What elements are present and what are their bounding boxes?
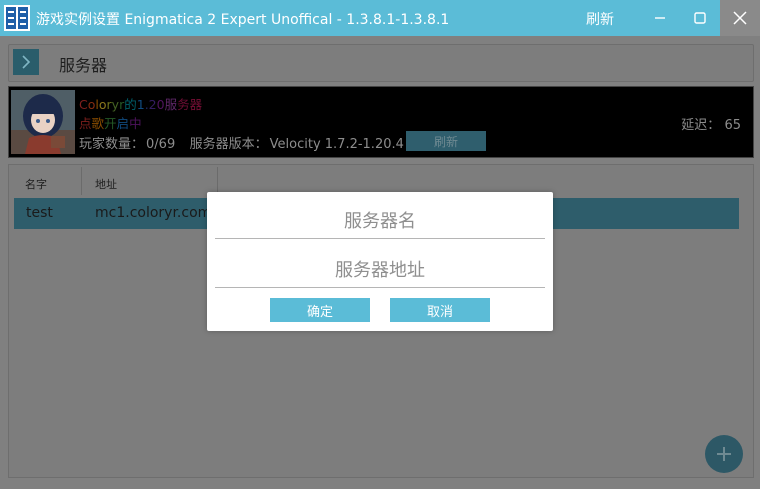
- motd-segment: r: [106, 97, 112, 112]
- motd-segment: 服: [164, 97, 178, 112]
- maximize-button[interactable]: [680, 0, 720, 36]
- titlebar-refresh-button[interactable]: 刷新: [586, 9, 614, 29]
- cancel-button[interactable]: 取消: [390, 298, 490, 322]
- motd-segment: 器: [189, 97, 203, 112]
- window-title: 游戏实例设置 Enigmatica 2 Expert Unoffical - 1…: [36, 12, 450, 28]
- confirm-button[interactable]: 确定: [270, 298, 370, 322]
- row-address-cell: mc1.coloryr.com: [95, 205, 212, 221]
- motd-segment: 歌: [91, 116, 105, 131]
- column-header-name[interactable]: 名字: [25, 176, 47, 192]
- server-address-input[interactable]: [215, 253, 545, 288]
- add-server-button[interactable]: [705, 435, 743, 473]
- server-avatar: [11, 90, 75, 154]
- motd-line-2: 点歌开启中: [79, 113, 142, 132]
- motd-segment: 0: [156, 97, 165, 112]
- close-icon: [733, 11, 747, 25]
- column-header-address[interactable]: 地址: [95, 176, 117, 192]
- page-title: 服务器: [59, 56, 108, 75]
- column-divider: [217, 167, 218, 195]
- column-divider: [81, 167, 82, 195]
- title-bar: 游戏实例设置 Enigmatica 2 Expert Unoffical - 1…: [0, 0, 760, 36]
- version-label: 服务器版本：: [189, 137, 268, 152]
- motd-segment: 的: [124, 97, 137, 112]
- server-name-input[interactable]: [215, 204, 545, 239]
- server-info-line: 玩家数量： 0/69 服务器版本： Velocity 1.7.2-1.20.4: [79, 133, 406, 152]
- motd-segment: 中: [129, 116, 142, 131]
- players-value: 0/69: [146, 137, 176, 152]
- motd-line-1: Coloryr的1.20服务器: [79, 94, 202, 113]
- motd-segment: y: [111, 97, 120, 112]
- row-name-cell: test: [26, 205, 53, 221]
- motd-segment: C: [79, 97, 88, 112]
- minimize-button[interactable]: [640, 0, 680, 36]
- version-value: Velocity 1.7.2-1.20.4: [269, 137, 404, 152]
- motd-segment: 开: [104, 116, 117, 131]
- plus-icon: [717, 447, 731, 461]
- motd-segment: 启: [116, 116, 130, 131]
- maximize-icon: [694, 12, 706, 24]
- server-refresh-button[interactable]: 刷新: [406, 131, 486, 151]
- chevron-right-icon: [22, 55, 31, 69]
- page-header: 服务器: [8, 44, 754, 82]
- add-server-dialog: 确定 取消: [207, 192, 553, 331]
- minimize-icon: [655, 17, 665, 19]
- motd-segment: 务: [177, 97, 190, 112]
- close-button[interactable]: [720, 0, 760, 36]
- ping-label: 延迟：: [681, 118, 721, 133]
- server-status-card: Coloryr的1.20服务器 点歌开启中 玩家数量： 0/69 服务器版本： Ve…: [8, 86, 754, 158]
- motd-segment: 点: [79, 116, 92, 131]
- motd-segment: 2: [148, 97, 157, 112]
- app-icon: [4, 5, 30, 31]
- motd-segment: o: [98, 97, 107, 112]
- ping-display: 延迟： 65: [681, 114, 741, 133]
- motd-segment: 1: [136, 97, 145, 112]
- ping-value: 65: [724, 118, 741, 133]
- players-label: 玩家数量：: [79, 137, 145, 152]
- back-button[interactable]: [13, 49, 39, 75]
